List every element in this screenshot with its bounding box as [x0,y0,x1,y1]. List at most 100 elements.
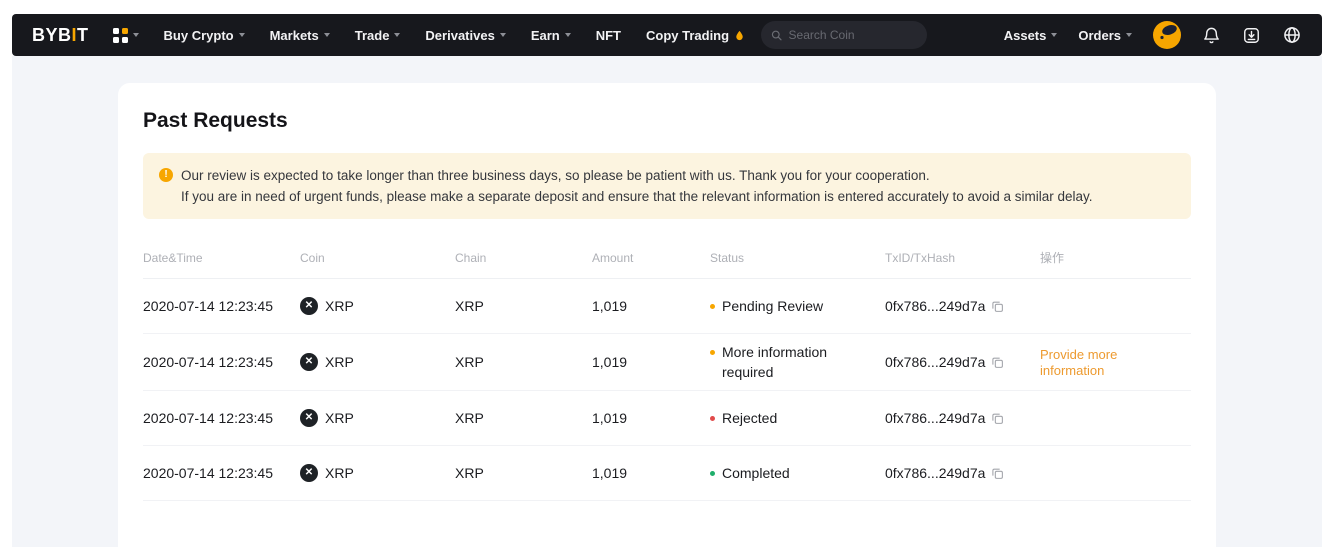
cell-status: Pending Review [710,296,885,316]
table-row: 2020-07-14 12:23:45 ✕ XRP XRP 1,019 More… [143,334,1191,391]
header-coin: Coin [300,251,455,265]
logo-text-2: T [77,25,89,45]
nav-label: Earn [531,28,560,43]
copy-icon[interactable] [991,412,1004,425]
cell-coin: ✕ XRP [300,409,455,427]
page-title: Past Requests [143,109,1191,133]
cell-action: Provide more information [1040,346,1191,378]
nav-label: Orders [1078,28,1121,43]
nav-item-copy-trading[interactable]: Copy Trading [646,28,745,43]
chevron-down-icon [239,33,245,37]
copy-icon[interactable] [991,467,1004,480]
nav-label: Derivatives [425,28,494,43]
chevron-down-icon [394,33,400,37]
table-body: 2020-07-14 12:23:45 ✕ XRP XRP 1,019 Pend… [143,279,1191,501]
cell-chain: XRP [455,298,592,314]
bybit-logo[interactable]: BYBIT [32,25,89,46]
chevron-down-icon [324,33,330,37]
cell-txid: 0fx786...249d7a [885,410,1040,426]
language-button[interactable] [1282,25,1302,45]
nav-label: Buy Crypto [164,28,234,43]
copy-icon[interactable] [991,300,1004,313]
coin-symbol: XRP [325,298,354,314]
main-nav-menu: Buy Crypto Markets Trade Derivatives Ear… [164,28,746,43]
nav-item-buy-crypto[interactable]: Buy Crypto [164,28,245,43]
cell-status: Rejected [710,408,885,428]
chevron-down-icon [500,33,506,37]
nav-label: Copy Trading [646,28,729,43]
apps-menu-button[interactable] [113,28,139,43]
search-icon [771,29,782,42]
cell-chain: XRP [455,410,592,426]
cell-date-time: 2020-07-14 12:23:45 [143,298,300,314]
download-icon [1242,26,1261,45]
top-navbar: BYBIT Buy Crypto Markets Trade Derivativ… [12,14,1322,56]
cell-date-time: 2020-07-14 12:23:45 [143,465,300,481]
cell-amount: 1,019 [592,465,710,481]
globe-icon [1282,25,1302,45]
review-notice-banner: ! Our review is expected to take longer … [143,153,1191,219]
cell-date-time: 2020-07-14 12:23:45 [143,354,300,370]
status-label: Pending Review [722,296,823,316]
bell-icon [1202,26,1221,45]
cell-coin: ✕ XRP [300,464,455,482]
txid-value: 0fx786...249d7a [885,410,985,426]
status-dot [710,304,715,309]
chevron-down-icon [1126,33,1132,37]
cell-date-time: 2020-07-14 12:23:45 [143,410,300,426]
cell-chain: XRP [455,465,592,481]
nav-label: Assets [1004,28,1047,43]
action-link[interactable]: Provide more information [1040,347,1117,378]
nav-label: Trade [355,28,390,43]
flame-icon [734,29,745,42]
nav-item-markets[interactable]: Markets [270,28,330,43]
cell-status: Completed [710,463,885,483]
header-txid: TxID/TxHash [885,251,1040,265]
txid-value: 0fx786...249d7a [885,354,985,370]
xrp-coin-icon: ✕ [300,464,318,482]
chevron-down-icon [565,33,571,37]
status-dot [710,416,715,421]
notice-line-1: Our review is expected to take longer th… [181,165,1093,186]
status-dot [710,471,715,476]
nav-item-nft[interactable]: NFT [596,28,621,43]
search-box[interactable] [761,21,927,49]
header-operation: 操作 [1040,249,1191,266]
cell-amount: 1,019 [592,298,710,314]
chevron-down-icon [133,33,139,37]
table-header-row: Date&Time Coin Chain Amount Status TxID/… [143,241,1191,279]
nav-item-earn[interactable]: Earn [531,28,571,43]
chevron-down-icon [1051,33,1057,37]
nav-item-derivatives[interactable]: Derivatives [425,28,505,43]
notifications-button[interactable] [1202,26,1221,45]
copy-icon[interactable] [991,356,1004,369]
header-chain: Chain [455,251,592,265]
app-grid-icon [113,28,128,43]
downloads-button[interactable] [1242,26,1261,45]
notice-text: Our review is expected to take longer th… [181,165,1093,207]
xrp-coin-icon: ✕ [300,297,318,315]
nav-item-assets[interactable]: Assets [1004,28,1058,43]
xrp-coin-icon: ✕ [300,353,318,371]
cell-coin: ✕ XRP [300,353,455,371]
table-row: 2020-07-14 12:23:45 ✕ XRP XRP 1,019 Comp… [143,446,1191,501]
warning-icon: ! [159,168,173,182]
nav-item-orders[interactable]: Orders [1078,28,1132,43]
cell-chain: XRP [455,354,592,370]
search-input[interactable] [789,28,918,42]
status-label: More information required [722,342,871,382]
cell-txid: 0fx786...249d7a [885,465,1040,481]
coin-symbol: XRP [325,410,354,426]
status-label: Rejected [722,408,777,428]
cell-amount: 1,019 [592,354,710,370]
status-label: Completed [722,463,790,483]
avatar[interactable] [1153,21,1181,49]
coin-symbol: XRP [325,354,354,370]
past-requests-table: Date&Time Coin Chain Amount Status TxID/… [143,241,1191,501]
xrp-coin-icon: ✕ [300,409,318,427]
cell-coin: ✕ XRP [300,297,455,315]
txid-value: 0fx786...249d7a [885,298,985,314]
past-requests-card: Past Requests ! Our review is expected t… [118,83,1216,560]
nav-item-trade[interactable]: Trade [355,28,401,43]
txid-value: 0fx786...249d7a [885,465,985,481]
